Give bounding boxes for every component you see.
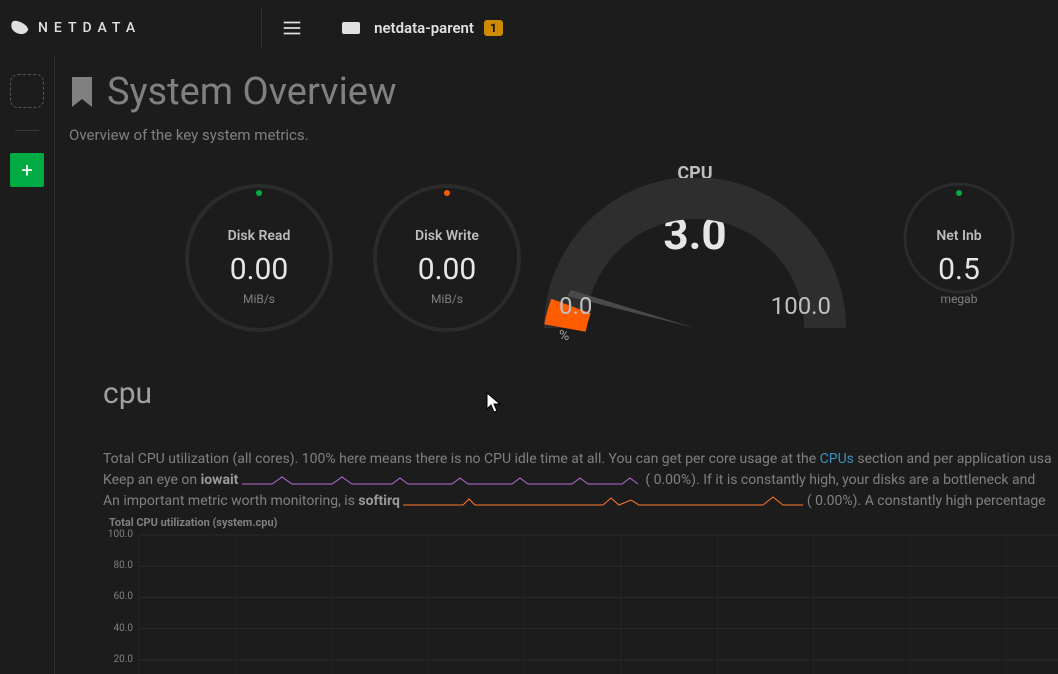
- gauge-cpu[interactable]: CPU 3.0 0.0 100.0 %: [535, 158, 855, 358]
- gauge-max: 100.0: [771, 292, 831, 320]
- sidebar-slot-empty[interactable]: [10, 74, 44, 108]
- sparkline-softirq: [403, 494, 803, 508]
- menu-button[interactable]: [272, 8, 312, 48]
- y-tick-label: 40.0: [103, 623, 133, 634]
- gauge-label: Disk Read: [179, 228, 339, 244]
- gauge-unit: %: [559, 328, 569, 344]
- top-bar: NETDATA netdata-parent 1: [0, 0, 1058, 56]
- gauge-disk-write[interactable]: Disk Write 0.00 MiB/s: [367, 178, 527, 338]
- gauge-min: 0.0: [559, 292, 592, 320]
- desc-text: Total CPU utilization (all cores). 100% …: [103, 451, 820, 467]
- page-header: System Overview: [69, 70, 1058, 114]
- y-tick-label: 20.0: [103, 654, 133, 665]
- keyword-iowait: iowait: [201, 472, 239, 488]
- keyword-softirq: softirq: [358, 493, 399, 509]
- y-tick-label: 80.0: [103, 560, 133, 571]
- sidebar-separator: [15, 130, 39, 131]
- page-subtitle: Overview of the key system metrics.: [69, 126, 1058, 144]
- y-tick-label: 100.0: [103, 529, 133, 540]
- sidebar-add-button[interactable]: +: [10, 153, 44, 187]
- gauge-unit: MiB/s: [179, 292, 339, 306]
- logo[interactable]: NETDATA: [0, 18, 141, 38]
- status-dot-icon: [256, 190, 262, 196]
- gauges-row: Disk Read 0.00 MiB/s Disk Write 0.00 MiB…: [179, 158, 1058, 358]
- y-tick-label: 60.0: [103, 591, 133, 602]
- gauge-disk-read[interactable]: Disk Read 0.00 MiB/s: [179, 178, 339, 338]
- desc-text: ( 0.00%). If it is constantly high, your…: [645, 472, 1035, 488]
- host-name[interactable]: netdata-parent: [374, 19, 474, 37]
- gauge-label: Disk Write: [367, 228, 527, 244]
- sparkline-iowait: [242, 473, 642, 487]
- gauge-value: 0.00: [179, 252, 339, 287]
- main-content: System Overview Overview of the key syst…: [55, 56, 1058, 674]
- netdata-logo-icon: [10, 18, 30, 38]
- gauge-value: 0.00: [367, 252, 527, 287]
- gauge-unit: megab: [899, 292, 1019, 306]
- cpu-section: cpu Total CPU utilization (all cores). 1…: [103, 376, 1058, 674]
- status-dot-icon: [444, 190, 450, 196]
- desc-text: ( 0.00%). A constantly high percentage: [807, 493, 1046, 509]
- page-title: System Overview: [107, 70, 397, 114]
- gauge-label: Net Inb: [899, 228, 1019, 244]
- cpus-link[interactable]: CPUs: [820, 451, 854, 467]
- left-sidebar: +: [0, 56, 55, 674]
- section-title: cpu: [103, 376, 1058, 411]
- desc-text: section and per application usa: [854, 451, 1052, 467]
- host-chip-icon: [342, 22, 360, 34]
- bookmark-icon: [69, 77, 95, 107]
- gauge-net-in[interactable]: Net Inb 0.5 megab: [899, 178, 1019, 338]
- cpu-chart[interactable]: 100.080.060.040.020.00.016:03:3016:04:00…: [103, 531, 1058, 674]
- gauge-value: 0.5: [899, 252, 1019, 287]
- divider: [261, 8, 262, 48]
- brand-text: NETDATA: [38, 20, 141, 36]
- desc-text: Keep an eye on: [103, 472, 201, 488]
- status-dot-icon: [956, 190, 962, 196]
- section-description: Total CPU utilization (all cores). 100% …: [103, 449, 1058, 512]
- chart-title: Total CPU utilization (system.cpu): [109, 516, 1058, 529]
- desc-text: An important metric worth monitoring, is: [103, 493, 358, 509]
- alert-badge[interactable]: 1: [484, 20, 503, 36]
- gauge-unit: MiB/s: [367, 292, 527, 306]
